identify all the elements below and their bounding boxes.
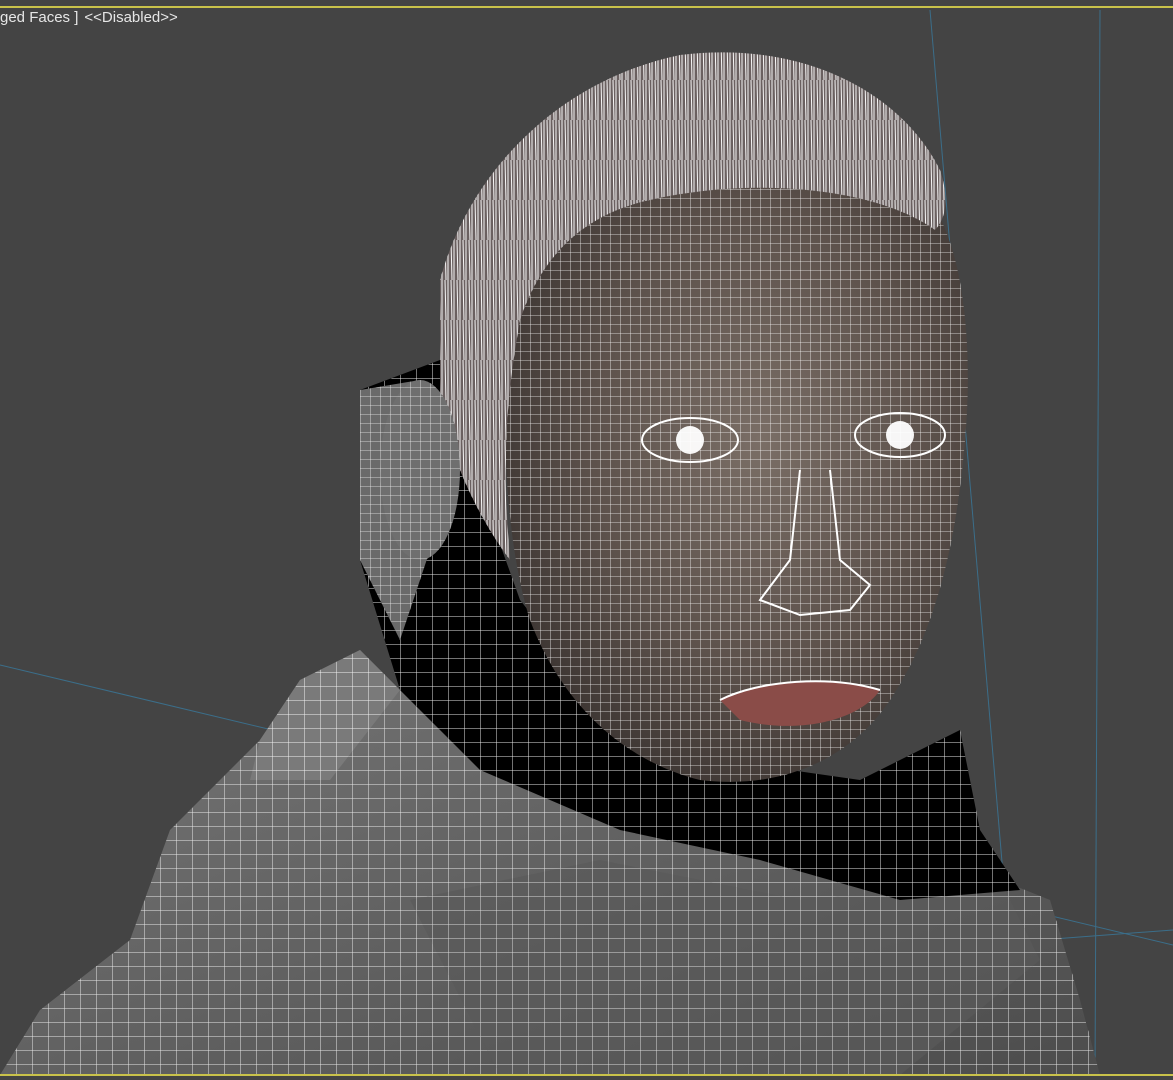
viewport-active-border-bottom: [0, 1074, 1173, 1076]
eye-left: [676, 426, 704, 454]
wireframe-mesh: [0, 9, 1173, 1076]
scene-guide-line: [1094, 9, 1101, 1076]
perspective-viewport[interactable]: ged Faces ] <<Disabled>>: [0, 0, 1173, 1080]
eye-right: [886, 421, 914, 449]
headset-earpiece: [380, 380, 460, 560]
face-mesh: [505, 160, 968, 782]
